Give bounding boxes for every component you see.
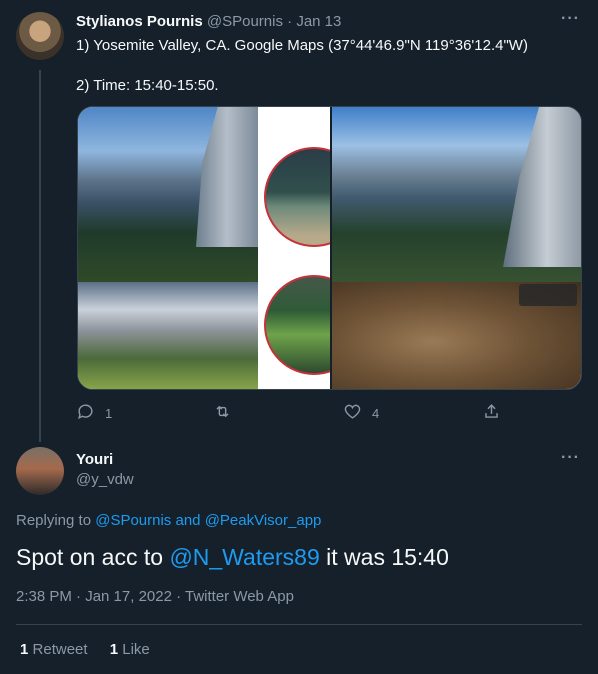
replying-to-user-link[interactable]: @PeakVisor_app bbox=[205, 512, 322, 529]
reply-button[interactable]: 1 bbox=[76, 402, 112, 424]
media-image-valley-clouds[interactable] bbox=[78, 282, 258, 389]
retweet-icon bbox=[213, 402, 232, 424]
tweet-actions: 1 4 bbox=[0, 402, 598, 422]
media-image-zoom-circles[interactable] bbox=[258, 107, 364, 389]
divider bbox=[16, 624, 582, 625]
tweet-text-line1: 1) Yosemite Valley, CA. Google Maps (37°… bbox=[76, 37, 528, 54]
replying-to-user-link[interactable]: @SPournis bbox=[95, 512, 171, 529]
reply-count: 1 bbox=[105, 405, 113, 421]
reply-text-before: Spot on acc to bbox=[16, 544, 170, 570]
map-overlay-panel bbox=[519, 284, 577, 306]
avatar[interactable] bbox=[16, 12, 64, 60]
tweet-meta-timestamp[interactable]: 2:38 PM · Jan 17, 2022 · Twitter Web App bbox=[16, 587, 294, 607]
tweet-text-line2: 2) Time: 15:40-15:50. bbox=[76, 77, 219, 94]
reply-text-after: it was 15:40 bbox=[319, 544, 449, 570]
retweets-label[interactable]: Retweet bbox=[33, 641, 88, 658]
more-options-icon[interactable]: ··· bbox=[561, 449, 580, 467]
reply-author-handle[interactable]: @y_vdw bbox=[76, 471, 134, 489]
replying-to-prefix: Replying to bbox=[16, 512, 92, 529]
avatar[interactable] bbox=[16, 447, 64, 495]
header-separator: · bbox=[287, 13, 293, 30]
heart-icon bbox=[343, 402, 362, 424]
share-button[interactable] bbox=[482, 402, 501, 424]
media-image-terrain-map[interactable] bbox=[332, 282, 581, 389]
tweet-header: Stylianos Pournis @SPournis · Jan 13 bbox=[76, 13, 341, 31]
author-name[interactable]: Stylianos Pournis bbox=[76, 13, 203, 30]
reply-author-name-wrap: Youri bbox=[76, 451, 113, 469]
like-count: 4 bbox=[372, 405, 380, 421]
reply-icon bbox=[76, 402, 95, 424]
more-options-icon[interactable]: ··· bbox=[561, 10, 580, 28]
tweet-media-grid[interactable] bbox=[77, 106, 582, 390]
reply-text: Spot on acc to @N_Waters89 it was 15:40 bbox=[16, 542, 449, 572]
replying-to-and[interactable]: and bbox=[175, 512, 200, 529]
likes-count[interactable]: 1 bbox=[110, 641, 118, 658]
mention-link[interactable]: @N_Waters89 bbox=[169, 544, 319, 570]
retweets-count[interactable]: 1 bbox=[20, 641, 28, 658]
retweet-button[interactable] bbox=[213, 402, 232, 424]
likes-label[interactable]: Like bbox=[122, 641, 150, 658]
media-image-valley-annotated[interactable] bbox=[78, 107, 258, 282]
replying-to-line: Replying to @SPournis and @PeakVisor_app bbox=[16, 512, 321, 530]
author-handle[interactable]: @SPournis bbox=[207, 13, 283, 30]
share-icon bbox=[482, 402, 501, 424]
tweet-date[interactable]: Jan 13 bbox=[296, 13, 341, 30]
reply-author-name[interactable]: Youri bbox=[76, 451, 113, 468]
media-image-valley-view[interactable] bbox=[332, 107, 581, 282]
like-button[interactable]: 4 bbox=[343, 402, 379, 424]
thread-connector-line bbox=[39, 70, 41, 442]
engagement-stats: 1 Retweet 1 Like bbox=[20, 640, 168, 660]
